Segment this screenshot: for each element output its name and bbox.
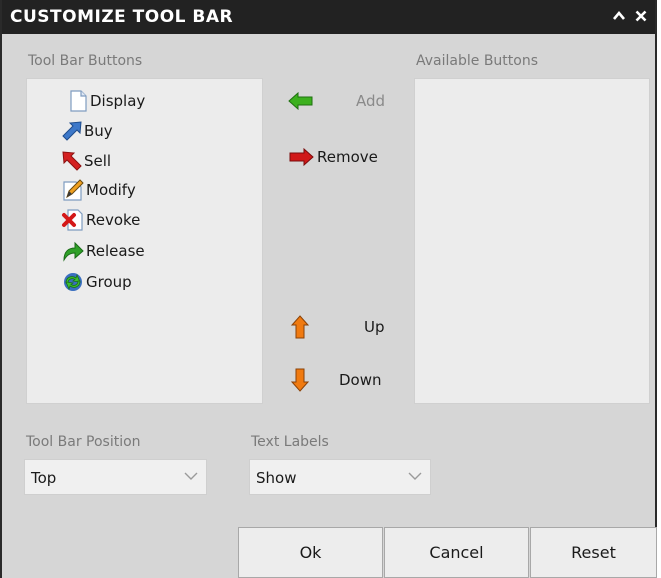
arrow-up-icon: [291, 315, 309, 339]
arrow-left-icon: [288, 92, 313, 110]
revoke-x-icon: [62, 209, 83, 231]
add-button-label: Add: [356, 92, 386, 110]
list-item-sell[interactable]: Sell: [61, 146, 111, 176]
list-item-group[interactable]: Group: [61, 267, 132, 297]
document-icon: [70, 90, 87, 112]
remove-button-label: Remove: [317, 148, 378, 166]
sell-arrow-icon: [62, 151, 82, 171]
group-cycle-icon: [64, 273, 82, 291]
chevron-down-icon: [408, 472, 422, 480]
text-labels-value: Show: [256, 469, 297, 487]
available-buttons-label: Available Buttons: [416, 53, 539, 69]
list-item-label: Release: [86, 242, 145, 260]
toolbar-position-value: Top: [31, 469, 57, 487]
down-button-label: Down: [339, 371, 382, 389]
toolbar-buttons-label: Tool Bar Buttons: [28, 53, 143, 69]
list-item-label: Sell: [84, 152, 112, 170]
collapse-button[interactable]: [610, 6, 628, 26]
list-item-modify[interactable]: Modify: [61, 175, 136, 205]
list-item-revoke[interactable]: Revoke: [61, 205, 140, 235]
close-button[interactable]: [632, 6, 650, 26]
add-button[interactable]: Add: [288, 89, 392, 113]
down-button[interactable]: Down: [291, 367, 391, 393]
list-item-label: Modify: [86, 181, 136, 199]
ok-button[interactable]: Ok: [238, 527, 383, 578]
text-labels-label: Text Labels: [251, 434, 329, 450]
release-arrow-icon: [63, 241, 84, 262]
cancel-button[interactable]: Cancel: [384, 527, 529, 578]
text-labels-select[interactable]: Show: [249, 459, 431, 495]
chevron-up-icon: [613, 10, 625, 20]
toolbar-position-label: Tool Bar Position: [26, 434, 141, 450]
close-icon: [635, 10, 647, 22]
list-item-release[interactable]: Release: [61, 236, 145, 266]
customize-toolbar-dialog: CUSTOMIZE TOOL BAR Tool Bar Buttons Disp…: [0, 0, 657, 578]
list-item-label: Buy: [84, 122, 113, 140]
remove-button[interactable]: Remove: [288, 145, 392, 169]
list-item-buy[interactable]: Buy: [61, 116, 113, 146]
available-buttons-list[interactable]: [414, 78, 650, 404]
arrow-right-icon: [289, 148, 314, 166]
chevron-down-icon: [184, 472, 198, 480]
buy-arrow-icon: [62, 121, 82, 141]
list-item-label: Revoke: [86, 211, 141, 229]
up-button[interactable]: Up: [291, 314, 391, 340]
list-item-label: Display: [90, 92, 146, 110]
up-button-label: Up: [364, 318, 385, 336]
toolbar-buttons-list[interactable]: Display Buy Sell Modify Revoke Release G…: [26, 78, 263, 404]
dialog-title: CUSTOMIZE TOOL BAR: [10, 7, 234, 27]
title-bar[interactable]: CUSTOMIZE TOOL BAR: [2, 0, 655, 34]
reset-button[interactable]: Reset: [530, 527, 657, 578]
arrow-down-icon: [291, 368, 309, 392]
list-item-display[interactable]: Display: [67, 86, 145, 116]
toolbar-position-select[interactable]: Top: [24, 459, 207, 495]
list-item-label: Group: [86, 273, 132, 291]
modify-pencil-icon: [63, 179, 84, 201]
